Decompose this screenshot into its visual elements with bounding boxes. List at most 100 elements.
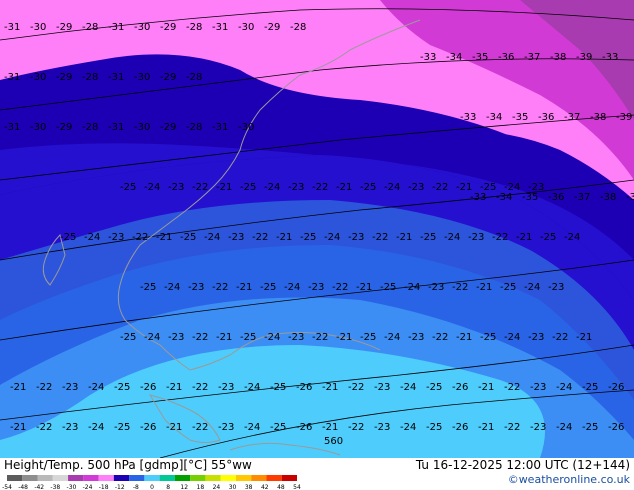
legend-tick-label: -18 <box>99 484 109 490</box>
legend-tick-label: -54 <box>2 484 12 490</box>
temp-label: -24 <box>384 332 400 343</box>
temp-label: -22 <box>36 422 52 433</box>
temp-label: -21 <box>236 282 252 293</box>
temp-label: -35 <box>522 192 538 203</box>
temp-label: -31 <box>108 22 124 33</box>
legend-swatch <box>98 475 114 481</box>
temp-label: -23 <box>374 422 390 433</box>
temp-label: -30 <box>30 22 46 33</box>
temp-label: -31 <box>108 122 124 133</box>
temp-label: -21 <box>156 232 172 243</box>
temp-label: -23 <box>468 232 484 243</box>
temp-label: -39 <box>626 192 634 203</box>
legend-swatch <box>266 475 282 481</box>
temp-label: -23 <box>548 282 564 293</box>
temp-label: -26 <box>140 382 156 393</box>
temp-label: -26 <box>296 382 312 393</box>
temp-label: -35 <box>472 52 488 63</box>
temp-label: -25 <box>240 182 256 193</box>
temp-label: -39 <box>576 52 592 63</box>
temp-label: -29 <box>264 22 280 33</box>
legend-tick-label: 38 <box>245 484 253 490</box>
temp-label: -23 <box>288 332 304 343</box>
temp-label: -23 <box>62 422 78 433</box>
temp-label: -23 <box>168 332 184 343</box>
temp-label: -24 <box>144 182 160 193</box>
temp-label: -30 <box>238 22 254 33</box>
temp-label: -30 <box>134 122 150 133</box>
legend-swatch <box>144 475 160 481</box>
temp-label: -33 <box>470 192 486 203</box>
legend-tick-label: 8 <box>166 484 170 490</box>
temp-label: -29 <box>160 22 176 33</box>
legend-swatch <box>129 475 145 481</box>
temp-label: -22 <box>348 422 364 433</box>
temp-label: -21 <box>336 332 352 343</box>
temp-label: -24 <box>284 282 300 293</box>
temp-label: -25 <box>60 232 76 243</box>
temp-label: -21 <box>322 382 338 393</box>
contour-label-560: 560 <box>324 436 343 447</box>
temp-label: -33 <box>420 52 436 63</box>
temp-label: -25 <box>120 182 136 193</box>
legend-tick-label: -38 <box>50 484 60 490</box>
legend-swatch <box>83 475 99 481</box>
temp-label: -24 <box>244 382 260 393</box>
temp-label: -33 <box>460 112 476 123</box>
temp-label: -31 <box>212 122 228 133</box>
temp-label: -23 <box>530 422 546 433</box>
temp-label: -24 <box>384 182 400 193</box>
legend-swatch <box>68 475 84 481</box>
temp-label: -22 <box>192 332 208 343</box>
temp-label: -31 <box>4 72 20 83</box>
temp-label: -25 <box>240 332 256 343</box>
temp-label: -22 <box>492 232 508 243</box>
temperature-map-svg: -31 -30 -29 -28 -31 -30 -29 -28 -31 -30 -29 -28-31-… <box>0 0 634 458</box>
temp-label: -22 <box>192 182 208 193</box>
temp-label: -21 <box>216 182 232 193</box>
map-footer: Height/Temp. 500 hPa [gdmp][°C] 55°ww Tu… <box>0 458 634 490</box>
legend-swatch <box>220 475 236 481</box>
temp-label: -24 <box>84 232 100 243</box>
temp-label: -35 <box>512 112 528 123</box>
temp-label: -25 <box>114 422 130 433</box>
temp-label: -23 <box>530 382 546 393</box>
temp-label: -33 <box>602 52 618 63</box>
temp-label: -21 <box>336 182 352 193</box>
temp-label: -23 <box>62 382 78 393</box>
temp-label: -22 <box>504 422 520 433</box>
temp-label: -25 <box>270 382 286 393</box>
temp-label: -36 <box>538 112 554 123</box>
temp-label: -23 <box>228 232 244 243</box>
legend-tick-label: 18 <box>197 484 205 490</box>
temp-label: -23 <box>408 182 424 193</box>
temp-label: -25 <box>582 382 598 393</box>
temp-label: -29 <box>160 72 176 83</box>
temp-label: -24 <box>264 182 280 193</box>
temp-label: -24 <box>504 332 520 343</box>
temp-label: -21 <box>10 422 26 433</box>
temp-label: -23 <box>428 282 444 293</box>
legend-tick-label: 12 <box>180 484 188 490</box>
legend-tick-label: -12 <box>115 484 125 490</box>
legend-tick-label: 54 <box>293 484 301 490</box>
temp-label: -25 <box>480 332 496 343</box>
temp-label: -22 <box>192 422 208 433</box>
temp-label: -21 <box>216 332 232 343</box>
temp-label: -25 <box>114 382 130 393</box>
temp-label: -37 <box>524 52 540 63</box>
legend-tick-label: 30 <box>229 484 237 490</box>
temp-label: -34 <box>496 192 512 203</box>
temp-label: -24 <box>244 422 260 433</box>
temp-label: -21 <box>322 422 338 433</box>
temp-label: -25 <box>582 422 598 433</box>
legend-tick-label: -48 <box>18 484 28 490</box>
temp-label: -28 <box>82 22 98 33</box>
temp-label: -34 <box>446 52 462 63</box>
temp-label: -22 <box>132 232 148 243</box>
temp-label: -25 <box>360 332 376 343</box>
legend-swatch <box>190 475 206 481</box>
temp-label: -23 <box>218 422 234 433</box>
temp-label: -36 <box>548 192 564 203</box>
temp-label: -22 <box>332 282 348 293</box>
